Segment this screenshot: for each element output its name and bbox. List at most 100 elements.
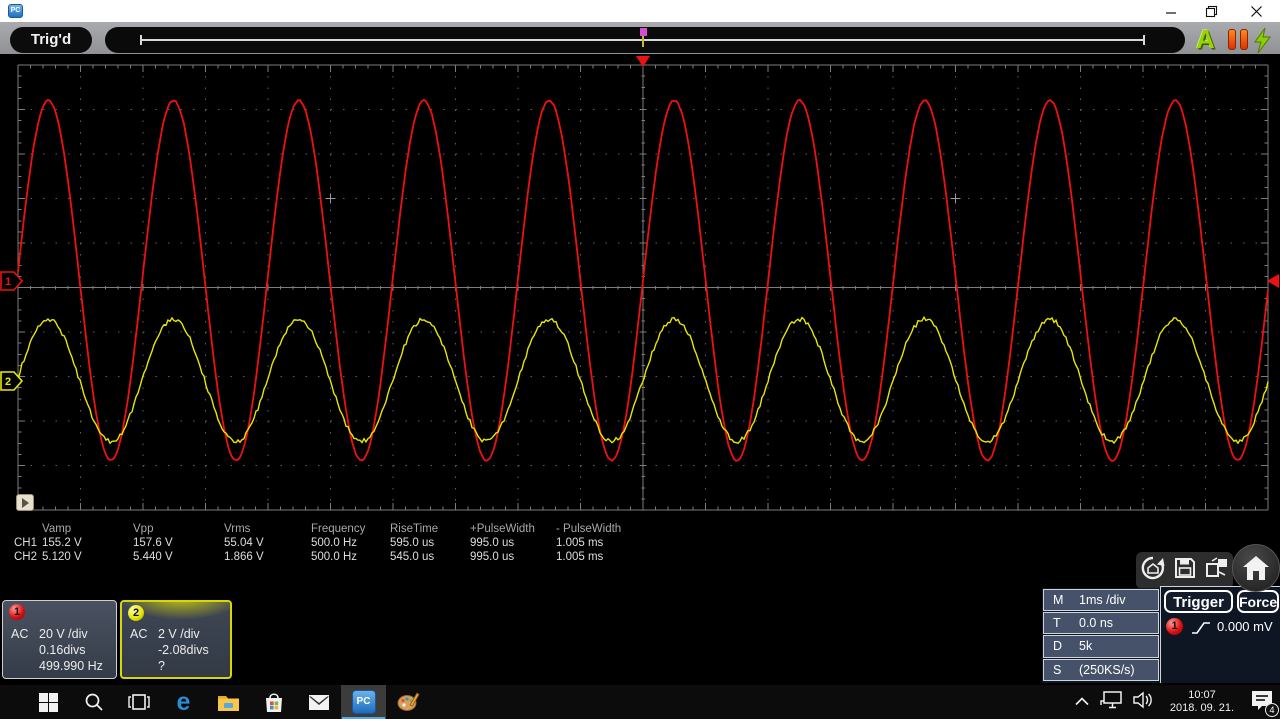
- meas-header: RiseTime: [390, 523, 439, 535]
- taskbar-pc-oscilloscope-button[interactable]: PC: [341, 685, 386, 719]
- meas-value: 595.0 us: [390, 537, 435, 549]
- rising-edge-icon: [1191, 620, 1211, 640]
- mail-button[interactable]: [296, 685, 341, 719]
- meas-value: 500.0 Hz: [311, 537, 358, 549]
- force-button[interactable]: Force: [1237, 590, 1279, 613]
- close-icon: [1250, 5, 1262, 17]
- task-view-button[interactable]: [116, 685, 161, 719]
- tray-time: 10:07: [1188, 689, 1216, 701]
- volume-button[interactable]: [1133, 691, 1154, 714]
- minimize-button[interactable]: [1151, 0, 1191, 22]
- channel2-position: -2.08divs: [158, 643, 209, 657]
- home-icon: [1243, 556, 1269, 580]
- expand-corner-button[interactable]: [16, 494, 34, 511]
- folder-icon: [218, 695, 239, 711]
- meas-value: 1.005 ms: [556, 551, 604, 563]
- slider-right-end: [1143, 35, 1145, 45]
- meas-value: 545.0 us: [390, 551, 435, 563]
- channel2-box[interactable]: 2 AC 2 V /div -2.08divs ?: [120, 600, 232, 679]
- task-view-icon: [127, 694, 150, 710]
- chevron-up-icon: [1075, 697, 1089, 706]
- meas-row-label: CH2: [14, 551, 38, 563]
- timebase-panel[interactable]: M 1ms /div T 0.0 ns D 5k S (250KS/s): [1042, 588, 1160, 683]
- timebase-value: 0.0 ns: [1079, 616, 1114, 631]
- paint-icon: [397, 692, 420, 711]
- home-button[interactable]: [1232, 544, 1280, 592]
- meas-value: 1.866 V: [224, 551, 264, 563]
- system-tray: 10:07 2018. 09. 21. 4: [1075, 685, 1279, 719]
- trigger-button[interactable]: Trigger: [1164, 590, 1233, 613]
- channel-tag-label: 2: [5, 376, 11, 388]
- run-stop-button[interactable]: [1228, 29, 1248, 50]
- meas-value: 55.04 V: [224, 537, 264, 549]
- play-icon: [21, 497, 29, 508]
- meas-value: 995.0 us: [470, 537, 515, 549]
- timebase-row-s[interactable]: S (250KS/s): [1043, 658, 1159, 681]
- channel1-coupling-scale: AC 20 V /div: [11, 627, 88, 641]
- save-button[interactable]: [1173, 556, 1197, 585]
- utility-icon-bar: [1136, 552, 1233, 589]
- meas-value: 5.120 V: [42, 551, 82, 563]
- meas-header: Vrms: [224, 523, 251, 535]
- channel1-position: 0.16divs: [39, 643, 86, 657]
- pc-app-icon: PC: [351, 690, 376, 714]
- trigger-level-value: 0.000 mV: [1217, 619, 1273, 634]
- scope-display[interactable]: 12: [0, 53, 1280, 519]
- store-button[interactable]: [251, 685, 296, 719]
- search-button[interactable]: [71, 685, 116, 719]
- paint-button[interactable]: [386, 685, 431, 719]
- export-icon: [1205, 557, 1227, 577]
- slider-trigger-marker-stem: [642, 36, 644, 47]
- lightning-icon: [1254, 27, 1271, 54]
- minimize-icon: [1166, 12, 1176, 14]
- timebase-row-t[interactable]: T 0.0 ns: [1043, 612, 1159, 635]
- meas-value: 1.005 ms: [556, 537, 604, 549]
- meas-header: Vpp: [133, 523, 154, 535]
- restore-button[interactable]: [1191, 0, 1231, 22]
- meas-value: 157.6 V: [133, 537, 173, 549]
- timebase-value: (250KS/s): [1079, 662, 1135, 677]
- taskbar-apps: e PC: [0, 685, 431, 719]
- timebase-value: 1ms /div: [1079, 593, 1126, 608]
- meas-value: 5.440 V: [133, 551, 173, 563]
- default-setup-icon: [1141, 556, 1164, 580]
- meas-header: +PulseWidth: [470, 523, 535, 535]
- store-icon: [265, 692, 282, 712]
- windows-logo-icon: [39, 692, 58, 712]
- trigger-level-marker[interactable]: [1267, 274, 1279, 288]
- channel1-frequency: 499.990 Hz: [39, 659, 103, 673]
- close-button[interactable]: [1236, 0, 1276, 22]
- edge-button[interactable]: e: [161, 685, 206, 719]
- tray-chevron-button[interactable]: [1075, 693, 1089, 711]
- channel1-box[interactable]: 1 AC 20 V /div 0.16divs 499.990 Hz: [2, 600, 117, 679]
- edge-icon: e: [176, 688, 191, 716]
- slider-trigger-marker[interactable]: [640, 28, 647, 36]
- measurements-table: Vamp Vpp Vrms Frequency RiseTime +PulseW…: [14, 523, 648, 565]
- default-setup-button[interactable]: [1140, 555, 1166, 586]
- search-icon: [85, 693, 103, 711]
- clock[interactable]: 10:07 2018. 09. 21.: [1165, 689, 1239, 715]
- meas-value: 155.2 V: [42, 537, 82, 549]
- autoset-button[interactable]: A: [1196, 26, 1215, 52]
- title-bar: PC: [0, 0, 1280, 22]
- tray-date: 2018. 09. 21.: [1169, 702, 1235, 714]
- meas-value: 500.0 Hz: [311, 551, 358, 563]
- timebase-row-d[interactable]: D 5k: [1043, 635, 1159, 658]
- meas-header: - PulseWidth: [556, 523, 622, 535]
- export-button[interactable]: [1204, 556, 1230, 585]
- slider-left-end: [140, 35, 142, 45]
- action-center-button[interactable]: 4: [1250, 689, 1279, 717]
- app-icon: PC: [8, 4, 23, 18]
- channel2-badge: 2: [128, 605, 144, 621]
- save-icon: [1174, 558, 1195, 578]
- meas-row-label: CH1: [14, 537, 38, 549]
- mail-icon: [308, 694, 329, 710]
- trigger-status-badge: Trig'd: [10, 27, 92, 53]
- timebase-row-m[interactable]: M 1ms /div: [1043, 589, 1159, 612]
- restore-icon: [1205, 5, 1217, 17]
- pause-icon: [1228, 29, 1236, 50]
- file-explorer-button[interactable]: [206, 685, 251, 719]
- channel-tag-label: 1: [5, 276, 11, 288]
- start-button[interactable]: [26, 685, 71, 719]
- network-button[interactable]: [1100, 690, 1122, 714]
